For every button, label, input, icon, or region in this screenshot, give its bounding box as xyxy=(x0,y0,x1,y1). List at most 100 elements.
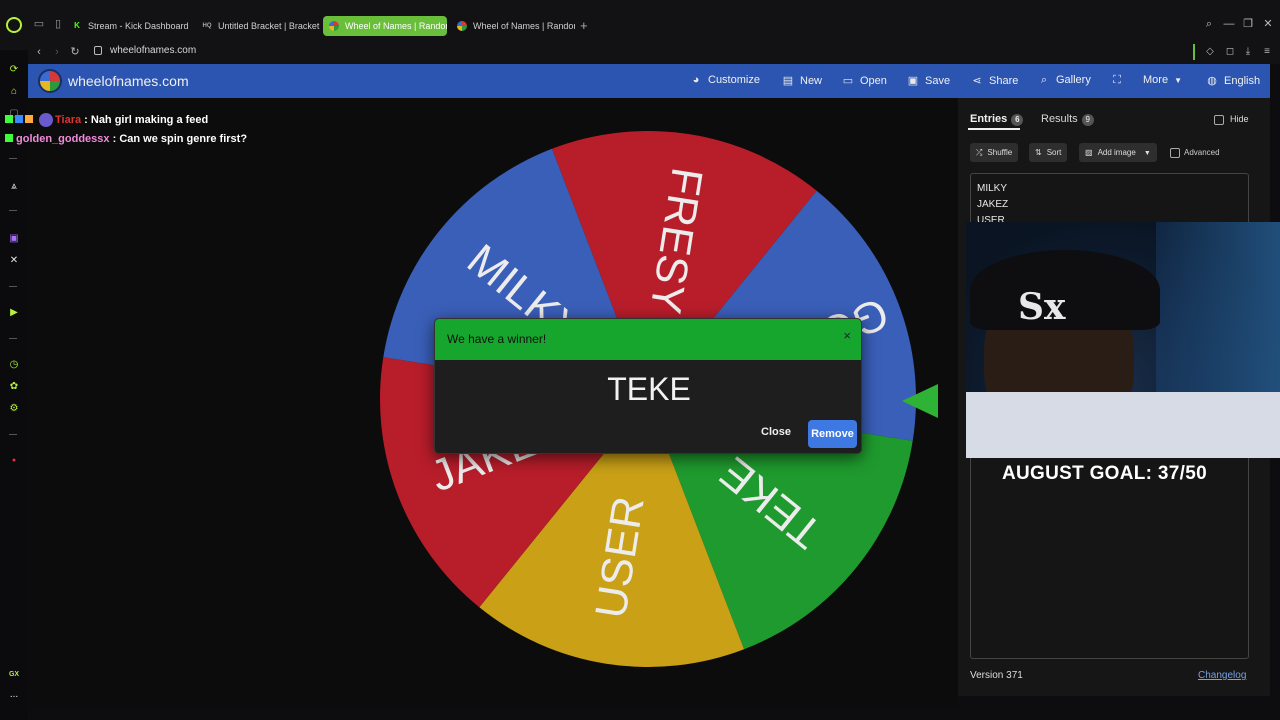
site-title[interactable]: wheelofnames.com xyxy=(68,73,189,89)
file-icon: ▤ xyxy=(782,75,794,87)
chevron-down-icon: ▼ xyxy=(1174,76,1182,85)
tab-kick-dashboard[interactable]: K Stream - Kick Dashboard xyxy=(66,16,194,36)
image-icon: ▨ xyxy=(1085,148,1093,157)
snapshot-icon[interactable]: ◻ xyxy=(1223,45,1237,59)
search-icon[interactable]: ⌕ xyxy=(1202,17,1216,31)
history-icon[interactable]: ◷ xyxy=(7,358,21,372)
entry-line: JAKEZ xyxy=(977,199,1009,210)
tab-label: Untitled Bracket | Bracket xyxy=(218,21,320,31)
gx-label[interactable]: GX xyxy=(7,668,21,682)
maximize-icon[interactable]: ❐ xyxy=(1241,17,1255,31)
sort-icon: ⇅ xyxy=(1035,148,1042,157)
reload-icon[interactable]: ↻ xyxy=(68,45,82,59)
sidebar-separator xyxy=(9,210,17,211)
globe-icon: ◍ xyxy=(1207,75,1217,87)
url-field[interactable]: wheelofnames.com xyxy=(110,45,196,56)
remove-button[interactable]: Remove xyxy=(808,420,857,448)
more-sidebar-icon[interactable]: ... xyxy=(7,688,21,702)
customize-button[interactable]: ◕ Customize xyxy=(690,74,760,86)
close-window-icon[interactable]: ✕ xyxy=(1261,17,1275,31)
tab-label: Wheel of Names | Random xyxy=(345,21,447,31)
dialog-close-icon[interactable]: × xyxy=(843,328,851,343)
version-label: Version 371 xyxy=(970,670,1023,681)
winner-name: TEKE xyxy=(607,371,691,407)
extensions-sidebar-icon[interactable]: ✿ xyxy=(7,380,21,394)
tab-manager-icon[interactable]: ▭ xyxy=(33,18,45,30)
sort-button[interactable]: ⇅ Sort xyxy=(1029,143,1068,162)
avatar xyxy=(39,113,53,127)
chat-message: golden_goddessx : Can we spin genre firs… xyxy=(5,133,247,145)
shuffle-icon: ⤮ xyxy=(976,148,983,157)
x-icon[interactable]: ✕ xyxy=(7,254,21,268)
tab-entries[interactable]: Entries 6 xyxy=(970,113,1024,126)
sidebar-separator xyxy=(9,286,17,287)
advanced-label: Advanced xyxy=(1184,148,1220,157)
minimize-icon[interactable]: — xyxy=(1222,17,1236,31)
settings-icon[interactable]: ⚙ xyxy=(7,402,21,416)
save-button[interactable]: ▣ Save xyxy=(907,74,950,87)
streamer-jersey xyxy=(966,392,1280,458)
site-header: wheelofnames.com ◕ Customize ▤ New ▭ Open ▣… xyxy=(28,64,1270,98)
new-tab-icon[interactable]: + xyxy=(580,16,592,36)
chevron-down-icon: ▼ xyxy=(1143,150,1151,157)
wheel-pointer-icon xyxy=(902,384,938,418)
sidebar-toggle-icon[interactable]: ▯ xyxy=(52,18,64,30)
close-button[interactable]: Close xyxy=(761,426,791,438)
bracket-favicon-icon: HQ xyxy=(202,23,212,29)
advanced-checkbox[interactable] xyxy=(1170,148,1180,158)
twitch-icon[interactable]: ▣ xyxy=(7,232,21,246)
sidebar-separator xyxy=(9,434,17,435)
badge-icon xyxy=(15,114,23,123)
hide-checkbox[interactable] xyxy=(1214,115,1224,125)
shopping-icon[interactable]: ⌂ xyxy=(7,85,21,99)
site-logo-icon[interactable] xyxy=(38,69,62,93)
dialog-title: We have a winner! xyxy=(447,332,547,346)
share-button[interactable]: ⋖ Share xyxy=(971,74,1018,87)
chat-text: : Can we spin genre first? xyxy=(112,133,248,145)
chat-message: Tiara : Nah girl making a feed xyxy=(5,113,208,127)
browser-logo-icon[interactable] xyxy=(6,17,22,33)
share-icon: ⋖ xyxy=(972,75,982,87)
new-button[interactable]: ▤ New xyxy=(782,74,822,87)
progress-indicator xyxy=(1193,44,1195,60)
add-image-button[interactable]: ▨ Add image ▼ xyxy=(1079,143,1157,162)
chat-username: Tiara xyxy=(55,113,82,126)
save-icon: ▣ xyxy=(907,75,919,87)
tab-bracket[interactable]: HQ Untitled Bracket | Bracket xyxy=(196,16,320,36)
play-icon[interactable]: ▶ xyxy=(7,306,21,320)
fullscreen-button[interactable]: ⛶ xyxy=(1111,74,1129,87)
winner-dialog: We have a winner! × TEKE Close Remove xyxy=(434,318,862,454)
back-icon[interactable]: ‹ xyxy=(32,45,46,59)
search-icon: ⌕ xyxy=(1040,74,1048,86)
entry-line: MILKY xyxy=(977,183,1008,194)
tab-results[interactable]: Results 9 xyxy=(1041,113,1094,126)
download-icon[interactable]: ⤓ xyxy=(1241,45,1255,59)
chat-text: : Nah girl making a feed xyxy=(84,113,209,126)
tab-wheel-of-names-active[interactable]: W Wheel of Names | Random xyxy=(323,16,447,36)
menu-icon[interactable]: ≡ xyxy=(1260,45,1274,59)
active-tab-indicator xyxy=(968,128,1020,130)
webcam-overlay: Sx xyxy=(966,222,1280,458)
extensions-icon[interactable]: ◇ xyxy=(1203,45,1217,59)
arrow-icon[interactable]: ⩓ xyxy=(7,180,21,194)
open-button[interactable]: ▭ Open xyxy=(842,74,887,87)
gx-control-icon[interactable]: ⟳ xyxy=(7,63,21,77)
browser-sidebar: ⟳ ⌂ ▢ ⩓ ▣ ✕ ▶ ◷ ✿ ⚙ ● GX ... xyxy=(0,50,28,720)
address-bar: ‹ › ↻ wheelofnames.com ◇ ◻ ⤓ ≡ xyxy=(28,40,1280,64)
recording-icon[interactable]: ● xyxy=(7,454,21,468)
cap-logo: Sx xyxy=(1018,286,1066,328)
shuffle-button[interactable]: ⤮ Shuffle xyxy=(970,143,1019,162)
chat-username: golden_goddessx xyxy=(16,133,110,145)
tab-label: Wheel of Names | Random xyxy=(473,21,575,31)
forward-icon[interactable]: › xyxy=(50,45,64,59)
gallery-button[interactable]: ⌕ Gallery xyxy=(1038,74,1091,87)
goal-overlay-text: AUGUST GOAL: 37/50 xyxy=(1002,463,1207,484)
language-button[interactable]: ◍ English xyxy=(1206,74,1260,87)
sidebar-separator xyxy=(9,158,17,159)
changelog-link[interactable]: Changelog xyxy=(1198,670,1246,681)
more-button[interactable]: More ▼ xyxy=(1143,74,1182,86)
badge-icon xyxy=(5,134,13,142)
tab-wheel-of-names[interactable]: W Wheel of Names | Random xyxy=(451,16,575,36)
badge-icon xyxy=(5,114,13,123)
tab-label: Stream - Kick Dashboard xyxy=(88,21,189,31)
